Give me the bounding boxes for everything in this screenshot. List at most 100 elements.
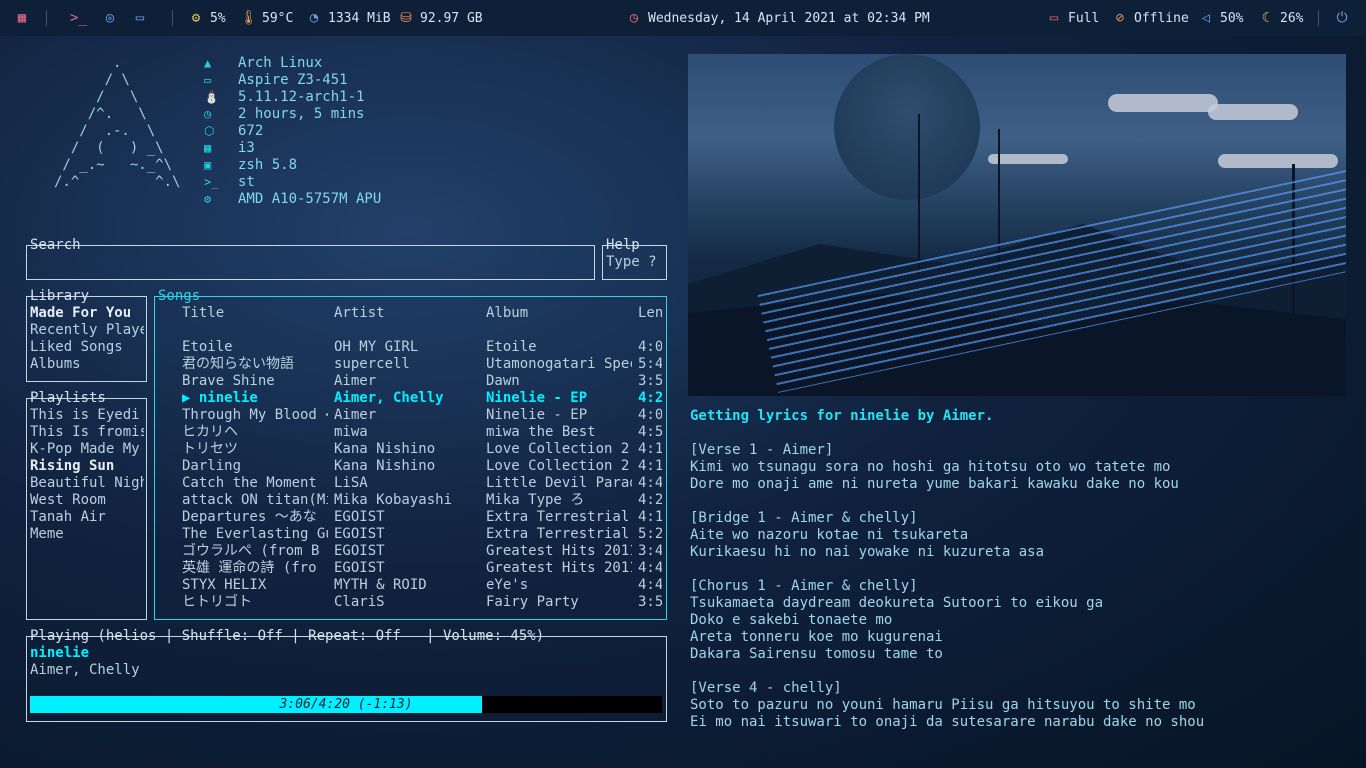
songs-header: Title Artist Album Len <box>182 305 662 322</box>
artist-header[interactable]: Artist <box>334 305 480 322</box>
playlist-item[interactable]: Rising Sun <box>30 458 144 475</box>
moon-shape <box>834 54 980 200</box>
song-artist: ClariS <box>334 594 385 610</box>
disk-module[interactable]: ⛁ 92.97 GB <box>398 9 483 27</box>
table-row[interactable]: ゴウラルペ (from B EGOIST Greatest Hits 2011 3:4 <box>182 543 662 560</box>
table-row[interactable]: STYX HELIX MYTH & ROID eYe's 4:4 <box>182 577 662 594</box>
song-title: Catch the Moment <box>182 475 317 491</box>
table-row[interactable]: Darling Kana Nishino Love Collection 2 4:1 <box>182 458 662 475</box>
table-row[interactable]: トリセツ Kana Nishino Love Collection 2 4:1 <box>182 441 662 458</box>
cpu-value: 5% <box>210 10 226 26</box>
playlist-item[interactable]: This Is fromis <box>30 424 144 441</box>
now-playing-artist: Aimer, Chelly <box>30 662 140 678</box>
playlist-item[interactable]: K-Pop Made My <box>30 441 144 458</box>
table-row[interactable]: Brave Shine Aimer Dawn 3:5 <box>182 373 662 390</box>
logo-line: /.^ ^.\ <box>54 174 181 190</box>
table-row[interactable]: 英雄 運命の詩 (fro EGOIST Greatest Hits 2011 4:4 <box>182 560 662 577</box>
memory-value: 1334 MiB <box>328 10 391 26</box>
info-text: 672 <box>238 123 264 139</box>
lyrics-line <box>690 561 1350 578</box>
song-artist: supercell <box>334 356 410 372</box>
lyrics-line: Doko e sakebi tonaete mo <box>690 612 893 628</box>
song-album: Greatest Hits 2011 <box>486 543 632 559</box>
library-item[interactable]: Albums <box>30 356 144 373</box>
wifi-off-icon: ⊘ <box>1115 10 1125 26</box>
table-row[interactable]: 君の知らない物語 supercell Utamonogatari Spec 5:4 <box>182 356 662 373</box>
memory-icon: ◔ <box>309 10 319 26</box>
speaker-icon: ◁ <box>1201 10 1211 26</box>
help-panel[interactable]: Help Type ? <box>602 237 667 280</box>
files-launcher-icon[interactable]: ▭ <box>132 9 148 27</box>
browser-launcher-icon[interactable]: ◎ <box>102 9 118 27</box>
playlist-item[interactable]: Beautiful Nigh <box>30 475 144 492</box>
wallpaper-image <box>688 54 1346 396</box>
cpu-module[interactable]: ⚙ 5% <box>188 9 226 27</box>
library-item[interactable]: Made For You <box>30 305 144 322</box>
terminal-launcher-icon[interactable]: >_ <box>70 9 87 27</box>
title-header[interactable]: Title <box>182 305 328 322</box>
temperature-module[interactable]: 🌡 59°C <box>240 9 293 27</box>
song-length: 3:5 <box>638 373 662 389</box>
song-length: 4:1 <box>638 441 662 457</box>
song-length: 4:1 <box>638 509 662 525</box>
song-artist: Aimer, Chelly <box>334 390 444 406</box>
table-row[interactable]: ヒカリヘ miwa miwa the Best 4:5 <box>182 424 662 441</box>
song-title: Departures ～あな <box>182 509 317 525</box>
table-row[interactable]: Catch the Moment LiSA Little Devil Parad 4:… <box>182 475 662 492</box>
memory-module[interactable]: ◔ 1334 MiB <box>306 9 391 27</box>
songs-panel: Songs Title Artist Album Len Etoile OH MY GI… <box>154 288 667 620</box>
playlist-item[interactable]: Tanah Air <box>30 509 144 526</box>
table-row[interactable]: attack ON titan(Mi Mika Kobayashi Mika Typ… <box>182 492 662 509</box>
windows-icon: ▦ <box>204 141 212 155</box>
song-title: ヒトリゴト <box>182 594 252 610</box>
info-line: ▭ Aspire Z3-451 <box>204 72 381 89</box>
table-row[interactable]: Departures ～あな EGOIST Extra Terrestrial 4:1 <box>182 509 662 526</box>
album-header[interactable]: Album <box>486 305 632 322</box>
table-row[interactable]: ヒトリゴト ClariS Fairy Party 3:5 <box>182 594 662 611</box>
workspaces-icon[interactable]: ▦ <box>14 9 30 27</box>
divider <box>172 10 173 26</box>
network-module[interactable]: ⊘ Offline <box>1112 9 1189 27</box>
logo-line: / _.~ ~._^\ <box>54 157 173 173</box>
song-album: Mika Type ろ <box>486 492 585 508</box>
progress-bar[interactable]: 3:06/4:20 (-1:13) <box>30 696 662 713</box>
info-line: ⛄ 5.11.12-arch1-1 <box>204 89 381 106</box>
info-text: 5.11.12-arch1-1 <box>238 89 365 105</box>
info-text: Arch Linux <box>238 55 323 71</box>
logo-line: / \ <box>54 72 130 88</box>
progress-text: 3:06/4:20 (-1:13) <box>279 697 413 712</box>
power-icon[interactable]: ⏻ <box>1334 9 1350 27</box>
battery-module[interactable]: ▭ Full <box>1046 9 1100 27</box>
prompt-icon: >_ <box>204 175 219 189</box>
table-row[interactable]: Through My Blood < Aimer Ninelie - EP 4:0 <box>182 407 662 424</box>
song-title: 英雄 運命の詩 (fro <box>182 560 317 576</box>
song-album: Greatest Hits 2011 <box>486 560 632 576</box>
clock-module[interactable]: ◷ Wednesday, 14 April 2021 at 02:34 PM <box>626 9 930 27</box>
playlist-item[interactable]: Meme <box>30 526 144 543</box>
library-item[interactable]: Liked Songs <box>30 339 144 356</box>
table-row[interactable]: ▶ ninelie Aimer, Chelly Ninelie - EP 4:2 <box>182 390 662 407</box>
search-panel[interactable]: Search <box>26 237 595 280</box>
info-text: AMD A10-5757M APU <box>238 191 382 207</box>
song-artist: Aimer <box>334 373 377 389</box>
brightness-module[interactable]: ☾ 26% <box>1258 9 1304 27</box>
network-value: Offline <box>1134 10 1189 26</box>
song-length: 4:4 <box>638 475 662 491</box>
logo-line: / ( ) _\ <box>54 140 164 156</box>
info-line: ▦ i3 <box>204 140 381 157</box>
volume-module[interactable]: ◁ 50% <box>1198 9 1244 27</box>
table-row[interactable]: The Everlasting Gu EGOIST Extra Terrestria… <box>182 526 662 543</box>
laptop-icon: ▭ <box>204 73 212 87</box>
arch-logo: . / \ / \ /^. \ / .-. \ / ( ) _\ / _.~ ~… <box>54 55 180 191</box>
lyrics-line <box>690 425 1350 442</box>
library-item[interactable]: Recently Playe <box>30 322 144 339</box>
song-album: Ninelie - EP <box>486 390 588 406</box>
length-header[interactable]: Len <box>638 305 662 322</box>
song-title: Etoile <box>182 339 233 355</box>
playlist-item[interactable]: This is Eyedi <box>30 407 144 424</box>
song-artist: OH MY GIRL <box>334 339 419 355</box>
info-text: st <box>238 174 255 190</box>
song-artist: Kana Nishino <box>334 441 436 457</box>
table-row[interactable]: Etoile OH MY GIRL Etoile 4:0 <box>182 339 662 356</box>
playlist-item[interactable]: West Room <box>30 492 144 509</box>
